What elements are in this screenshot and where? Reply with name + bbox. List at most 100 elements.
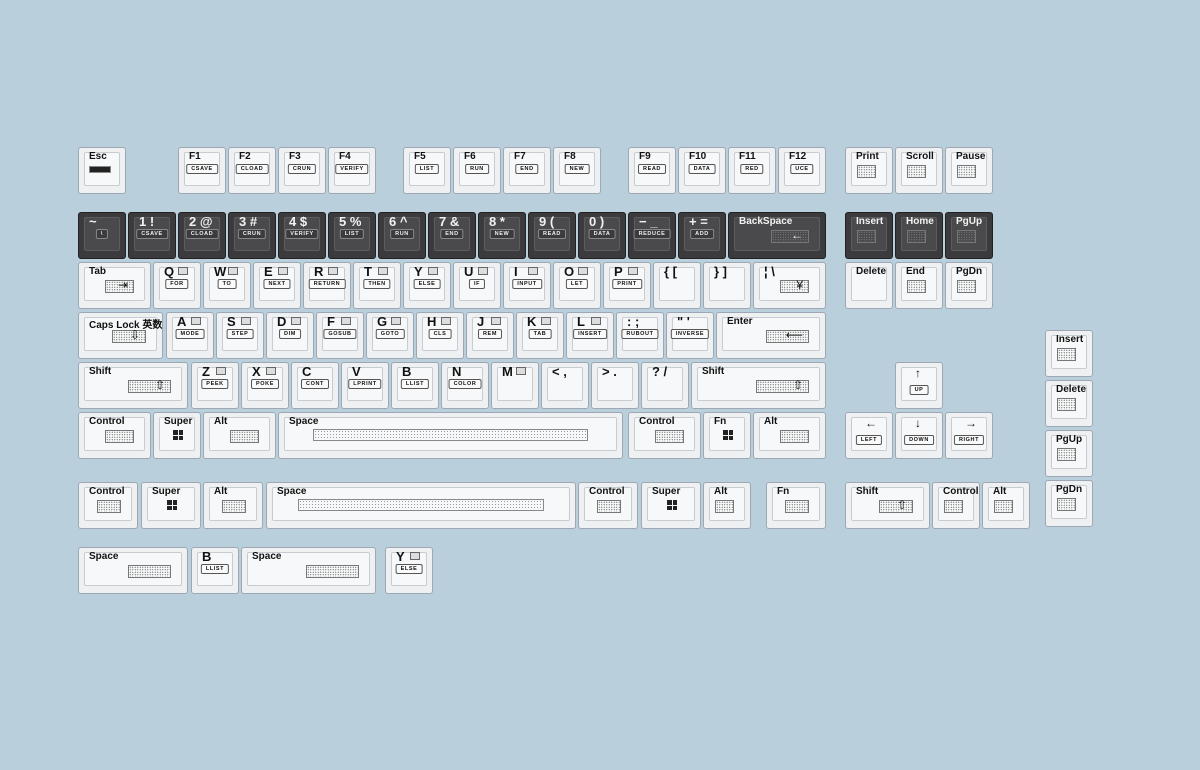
keycap-k[interactable]: K TAB [516, 312, 564, 359]
keycap-rcontrol[interactable]: Control [628, 412, 701, 459]
keycap-alt-alt2[interactable]: Alt [703, 482, 751, 529]
keycap-fn[interactable]: Fn [703, 412, 751, 459]
keycap-ralt[interactable]: Alt [753, 412, 826, 459]
keycap-x[interactable]: X POKE [241, 362, 289, 409]
keycap-i[interactable]: I INPUT [503, 262, 551, 309]
keycap-c[interactable]: C CONT [291, 362, 339, 409]
keycap-col-insert[interactable]: Insert [1045, 330, 1093, 377]
keycap-semicolon[interactable]: : ; RUBOUT [616, 312, 664, 359]
keycap-right[interactable]: RIGHT → [945, 412, 993, 459]
keycap-2[interactable]: 2 @ CLOAD [178, 212, 226, 259]
keycap-up[interactable]: UP ↑ [895, 362, 943, 409]
keycap-enter[interactable]: Enter ⟵ [716, 312, 826, 359]
keycap-alt-shift[interactable]: Shift ⇧ [845, 482, 930, 529]
keycap-equals[interactable]: + = ADD [678, 212, 726, 259]
keycap-alt-control[interactable]: Control [78, 482, 138, 529]
keycap-lbracket[interactable]: { [ [653, 262, 701, 309]
keycap-rbracket[interactable]: } ] [703, 262, 751, 309]
keycap-pause[interactable]: Pause [945, 147, 993, 194]
keycap-f4[interactable]: F4 VERIFY [328, 147, 376, 194]
keycap-s[interactable]: S STEP [216, 312, 264, 359]
keycap-alt-alt3[interactable]: Alt [982, 482, 1030, 529]
keycap-y[interactable]: Y ELSE [403, 262, 451, 309]
keycap-print[interactable]: Print [845, 147, 893, 194]
keycap-alt-super[interactable]: Super [141, 482, 201, 529]
keycap-v[interactable]: V LPRINT [341, 362, 389, 409]
keycap-capslock[interactable]: Caps Lock 英数 ⇩ [78, 312, 163, 359]
keycap-f[interactable]: F GOSUB [316, 312, 364, 359]
keycap-space[interactable]: Space [278, 412, 623, 459]
keycap-f10[interactable]: F10 DATA [678, 147, 726, 194]
keycap-g[interactable]: G GOTO [366, 312, 414, 359]
keycap-j[interactable]: J REM [466, 312, 514, 359]
keycap-down[interactable]: DOWN ↓ [895, 412, 943, 459]
keycap-left[interactable]: LEFT ← [845, 412, 893, 459]
keycap-a[interactable]: A MODE [166, 312, 214, 359]
keycap-q[interactable]: Q FOR [153, 262, 201, 309]
keycap-7[interactable]: 7 & END [428, 212, 476, 259]
keycap-d[interactable]: D DIM [266, 312, 314, 359]
keycap-8[interactable]: 8 * NEW [478, 212, 526, 259]
keycap-f7[interactable]: F7 END [503, 147, 551, 194]
keycap-esc[interactable]: Esc [78, 147, 126, 194]
keycap-0[interactable]: 0 ) DATA [578, 212, 626, 259]
keycap-lsuper[interactable]: Super [153, 412, 201, 459]
keycap-col-delete[interactable]: Delete [1045, 380, 1093, 427]
keycap-ex-b[interactable]: B LLIST [191, 547, 239, 594]
keycap-ex-space1[interactable]: Space [78, 547, 188, 594]
keycap-p[interactable]: P PRINT [603, 262, 651, 309]
keycap-f8[interactable]: F8 NEW [553, 147, 601, 194]
keycap-l[interactable]: L INSERT [566, 312, 614, 359]
keycap-minus[interactable]: − _ REDUCE [628, 212, 676, 259]
keycap-slash[interactable]: ? / [641, 362, 689, 409]
keycap-f2[interactable]: F2 CLOAD [228, 147, 276, 194]
keycap-1[interactable]: 1 ! CSAVE [128, 212, 176, 259]
keycap-end[interactable]: End [895, 262, 943, 309]
keycap-f6[interactable]: F6 RUN [453, 147, 501, 194]
keycap-col-pgdn[interactable]: PgDn [1045, 480, 1093, 527]
keycap-delete[interactable]: Delete [845, 262, 893, 309]
keycap-u[interactable]: U IF [453, 262, 501, 309]
keycap-pgup[interactable]: PgUp [945, 212, 993, 259]
keycap-n[interactable]: N COLOR [441, 362, 489, 409]
keycap-h[interactable]: H CLS [416, 312, 464, 359]
keycap-col-pgup[interactable]: PgUp [1045, 430, 1093, 477]
keycap-backslash[interactable]: ¦ \ ¥ [753, 262, 826, 309]
keycap-r[interactable]: R RETURN [303, 262, 351, 309]
keycap-alt-super2[interactable]: Super [641, 482, 701, 529]
keycap-alt-space[interactable]: Space [266, 482, 576, 529]
keycap-f9[interactable]: F9 READ [628, 147, 676, 194]
keycap-9[interactable]: 9 (READ [528, 212, 576, 259]
keycap-alt-fn[interactable]: Fn [766, 482, 826, 529]
keycap-4[interactable]: 4 $ VERIFY [278, 212, 326, 259]
keycap-m[interactable]: M [491, 362, 539, 409]
keycap-w[interactable]: W TO [203, 262, 251, 309]
keycap-o[interactable]: O LET [553, 262, 601, 309]
keycap-lcontrol[interactable]: Control [78, 412, 151, 459]
keycap-tab[interactable]: Tab ⇥ [78, 262, 151, 309]
keycap-quote[interactable]: " ' INVERSE [666, 312, 714, 359]
keycap-alt-control3[interactable]: Control [932, 482, 980, 529]
keycap-f5[interactable]: F5 LIST [403, 147, 451, 194]
keycap-rshift[interactable]: Shift ⇧ [691, 362, 826, 409]
keycap-insert[interactable]: Insert [845, 212, 893, 259]
keycap-ex-space2[interactable]: Space [241, 547, 376, 594]
keycap-f3[interactable]: F3 CRUN [278, 147, 326, 194]
keycap-f12[interactable]: F12 UCE [778, 147, 826, 194]
keycap-ex-y[interactable]: Y ELSE [385, 547, 433, 594]
keycap-alt-control2[interactable]: Control [578, 482, 638, 529]
keycap-lalt[interactable]: Alt [203, 412, 276, 459]
keycap-6[interactable]: 6 ^ RUN [378, 212, 426, 259]
keycap-tilde[interactable]: ~ \ [78, 212, 126, 259]
keycap-b[interactable]: B LLIST [391, 362, 439, 409]
keycap-scroll[interactable]: Scroll [895, 147, 943, 194]
keycap-alt-alt[interactable]: Alt [203, 482, 263, 529]
keycap-3[interactable]: 3 # CRUN [228, 212, 276, 259]
keycap-e[interactable]: E NEXT [253, 262, 301, 309]
keycap-f11[interactable]: F11 RED [728, 147, 776, 194]
keycap-home[interactable]: Home [895, 212, 943, 259]
keycap-z[interactable]: Z PEEK [191, 362, 239, 409]
keycap-backspace[interactable]: BackSpace ← [728, 212, 826, 259]
keycap-f1[interactable]: F1 CSAVE [178, 147, 226, 194]
keycap-comma[interactable]: < , [541, 362, 589, 409]
